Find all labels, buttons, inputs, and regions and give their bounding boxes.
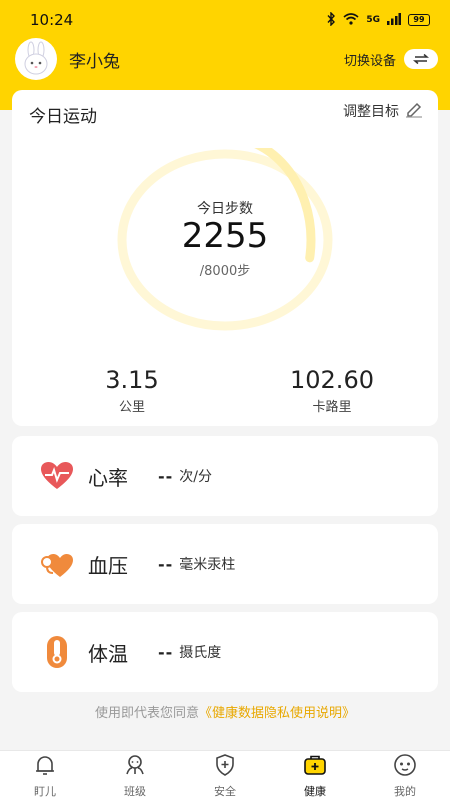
temperature-card[interactable]: 体温 -- 摄氏度 xyxy=(12,612,438,692)
heart-rate-icon xyxy=(40,459,74,493)
class-icon xyxy=(123,753,147,781)
activity-card: 今日运动 调整目标 今日步数 2255 /8000步 3.15 公里 102.6… xyxy=(12,90,438,426)
blood-pressure-value: -- xyxy=(158,554,174,574)
calories-value: 102.60 xyxy=(290,366,374,394)
user-profile[interactable]: 李小兔 xyxy=(15,38,120,80)
bunny-avatar-icon xyxy=(24,41,48,75)
blood-pressure-name: 血压 xyxy=(88,553,128,578)
heart-rate-card[interactable]: 心率 -- 次/分 xyxy=(12,436,438,516)
blood-pressure-icon xyxy=(40,547,74,581)
heart-rate-unit: 次/分 xyxy=(179,469,212,485)
privacy-consent: 使用即代表您同意《健康数据隐私使用说明》 xyxy=(0,702,450,721)
heart-rate-value: -- xyxy=(158,466,174,486)
heart-rate-name: 心率 xyxy=(88,465,128,490)
tab-safety[interactable]: 安全 xyxy=(180,751,270,800)
switch-device-label: 切换设备 xyxy=(343,53,396,69)
adjust-goal-label: 调整目标 xyxy=(343,104,399,120)
consent-text: 使用即代表您同意 xyxy=(94,706,199,721)
bottom-tab-bar: 盯儿 班级 安全 健康 我的 xyxy=(0,750,450,800)
app-header: 李小兔 切换设备 xyxy=(0,38,450,80)
tab-profile[interactable]: 我的 xyxy=(360,751,450,800)
swap-icon[interactable] xyxy=(404,49,438,69)
health-kit-icon xyxy=(303,753,327,781)
distance-value: 3.15 xyxy=(105,366,159,394)
status-icons: 5G 99 xyxy=(326,10,430,29)
steps-value: 2255 xyxy=(181,216,269,256)
calories-stat: 102.60 卡路里 xyxy=(242,366,422,415)
avatar[interactable] xyxy=(15,38,57,80)
privacy-policy-link[interactable]: 《健康数据隐私使用说明》 xyxy=(199,706,355,721)
adjust-goal-button[interactable]: 调整目标 xyxy=(343,100,424,122)
status-time: 10:24 xyxy=(30,11,74,29)
blood-pressure-unit: 毫米汞柱 xyxy=(179,557,236,573)
steps-target: /8000步 xyxy=(199,264,251,279)
signal-icon xyxy=(387,12,401,28)
battery-indicator: 99 xyxy=(408,14,430,26)
tab-watch-label: 盯儿 xyxy=(34,784,56,798)
activity-title: 今日运动 xyxy=(29,107,97,127)
steps-label: 今日步数 xyxy=(197,201,253,217)
thermometer-icon xyxy=(40,635,74,669)
blood-pressure-card[interactable]: 血压 -- 毫米汞柱 xyxy=(12,524,438,604)
switch-device-button[interactable]: 切换设备 xyxy=(344,49,438,69)
network-type-label: 5G xyxy=(366,15,380,25)
bell-icon xyxy=(33,753,57,781)
username: 李小兔 xyxy=(69,51,120,72)
tab-health[interactable]: 健康 xyxy=(270,751,360,800)
temperature-value: -- xyxy=(158,642,174,662)
tab-profile-label: 我的 xyxy=(394,784,416,798)
tab-class-label: 班级 xyxy=(124,784,146,798)
temperature-name: 体温 xyxy=(88,641,128,666)
tab-class[interactable]: 班级 xyxy=(90,751,180,800)
temperature-unit: 摄氏度 xyxy=(179,645,222,661)
status-bar: 10:24 5G 99 xyxy=(0,0,450,40)
wifi-icon xyxy=(343,12,359,28)
edit-pencil-icon xyxy=(404,100,424,122)
tab-health-label: 健康 xyxy=(304,784,326,798)
calories-unit: 卡路里 xyxy=(312,400,352,415)
distance-unit: 公里 xyxy=(118,400,145,415)
tab-safety-label: 安全 xyxy=(214,784,236,798)
bluetooth-icon xyxy=(326,10,336,29)
distance-stat: 3.15 公里 xyxy=(42,366,222,415)
tab-watch[interactable]: 盯儿 xyxy=(0,751,90,800)
shield-icon xyxy=(213,753,237,781)
profile-face-icon xyxy=(393,753,417,781)
